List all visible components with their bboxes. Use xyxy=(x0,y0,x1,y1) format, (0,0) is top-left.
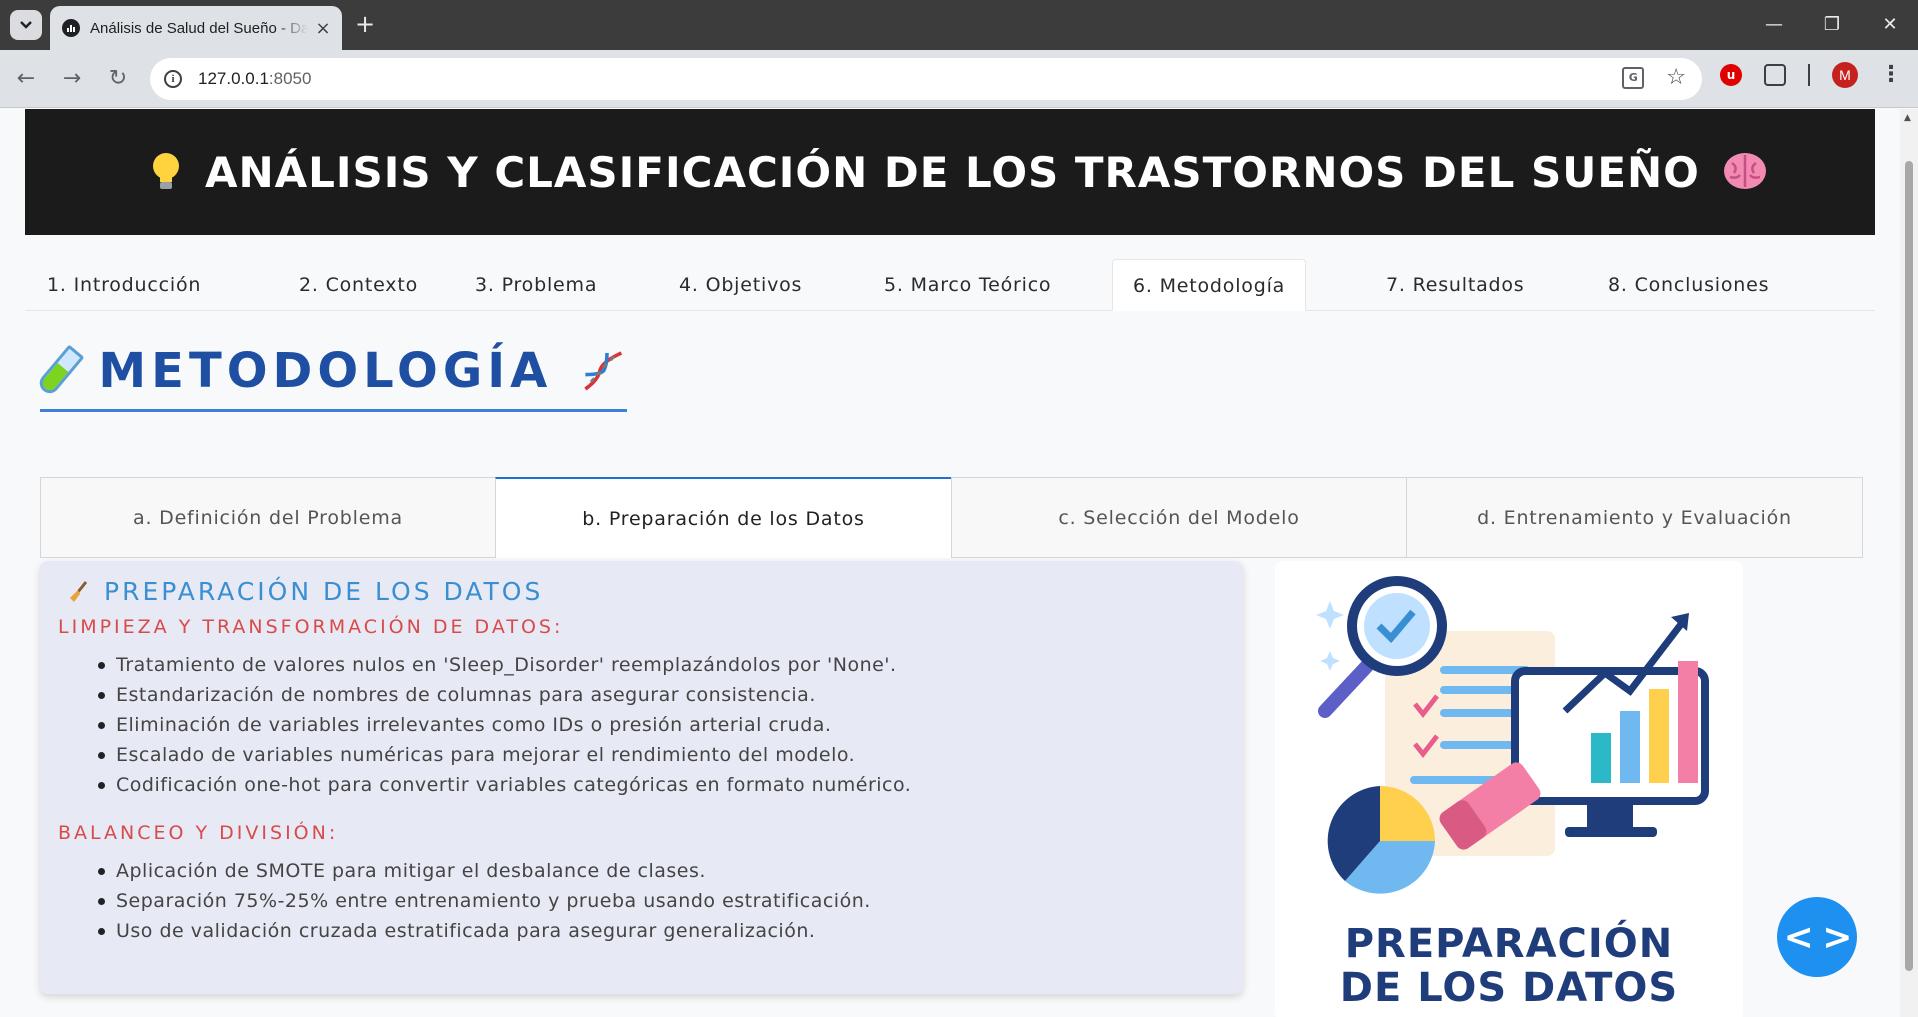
subtab-preparacion[interactable]: b. Preparación de los Datos xyxy=(495,477,952,558)
tab-close-icon[interactable]: × xyxy=(314,18,332,39)
chevron-down-icon xyxy=(20,21,32,29)
subtab-entrenamiento[interactable]: d. Entrenamiento y Evaluación xyxy=(1406,477,1863,558)
code-toggle-button[interactable]: < > xyxy=(1777,897,1857,977)
list-item: Uso de validación cruzada estratificada … xyxy=(98,916,1225,946)
sub-tab-bar: a. Definición del Problema b. Preparació… xyxy=(40,477,1863,558)
hero-banner: ANÁLISIS Y CLASIFICACIÓN DE LOS TRASTORN… xyxy=(25,109,1875,235)
list-item: Separación 75%-25% entre entrenamiento y… xyxy=(98,886,1225,916)
url-text: 127.0.0.1:8050 xyxy=(198,69,312,88)
lightbulb-icon xyxy=(153,152,179,189)
browser-menu-icon[interactable]: ⋮ xyxy=(1880,64,1902,86)
bookmark-star-icon[interactable]: ☆ xyxy=(1666,67,1686,89)
tab-introduccion[interactable]: 1. Introducción xyxy=(27,259,221,311)
section-title: METODOLOGÍA xyxy=(98,343,553,399)
data-prep-illustration: PREPARACIÓN DE LOS DATOS xyxy=(1275,561,1743,1017)
list-item: Escalado de variables numéricas para mej… xyxy=(98,740,1225,770)
tab-resultados[interactable]: 7. Resultados xyxy=(1366,259,1545,311)
list-item: Tratamiento de valores nulos en 'Sleep_D… xyxy=(98,650,1225,680)
hero-title: ANÁLISIS Y CLASIFICACIÓN DE LOS TRASTORN… xyxy=(205,147,1700,197)
tab-contexto[interactable]: 2. Contexto xyxy=(279,259,438,311)
translate-icon[interactable]: G xyxy=(1622,67,1645,89)
balance-list: Aplicación de SMOTE para mitigar el desb… xyxy=(98,856,1225,946)
address-bar[interactable]: i 127.0.0.1:8050 G ☆ xyxy=(150,58,1702,100)
hero-title-wrap: ANÁLISIS Y CLASIFICACIÓN DE LOS TRASTORN… xyxy=(149,148,1768,197)
window-close-icon[interactable]: ✕ xyxy=(1868,10,1912,40)
ublock-extension-icon[interactable]: u xyxy=(1720,64,1742,86)
balance-heading: BALANCEO Y DIVISIÓN: xyxy=(58,822,339,844)
back-arrow-icon[interactable]: ← xyxy=(12,65,40,93)
scroll-up-arrow-icon[interactable]: ▲ xyxy=(1904,113,1911,123)
dna-icon xyxy=(584,351,623,391)
browser-toolbar: ← → ↻ i 127.0.0.1:8050 G ☆ u M ⋮ xyxy=(0,50,1918,108)
site-info-icon[interactable]: i xyxy=(164,70,182,88)
broom-icon xyxy=(70,580,88,602)
scrollbar-thumb[interactable] xyxy=(1905,161,1913,971)
profile-avatar[interactable]: M xyxy=(1832,62,1858,88)
browser-tab[interactable]: Análisis de Salud del Sueño - Dash × xyxy=(50,6,342,50)
tab-objetivos[interactable]: 4. Objetivos xyxy=(659,259,822,311)
code-icon: < > xyxy=(1783,916,1853,958)
preparation-card: PREPARACIÓN DE LOS DATOS LIMPIEZA Y TRAN… xyxy=(40,561,1243,994)
minimize-icon[interactable]: — xyxy=(1752,10,1796,40)
tab-problema[interactable]: 3. Problema xyxy=(455,259,617,311)
tab-marco-teorico[interactable]: 5. Marco Teórico xyxy=(864,259,1071,311)
forward-arrow-icon[interactable]: → xyxy=(58,65,86,93)
clean-list: Tratamiento de valores nulos en 'Sleep_D… xyxy=(98,650,1225,800)
illustration-line1: PREPARACIÓN xyxy=(1344,921,1674,967)
subtab-definicion[interactable]: a. Definición del Problema xyxy=(40,477,496,558)
tab-title: Análisis de Salud del Sueño - Dash xyxy=(90,19,308,37)
list-item: Eliminación de variables irrelevantes co… xyxy=(98,710,1225,740)
dash-favicon-icon xyxy=(62,19,80,37)
list-item: Estandarización de nombres de columnas p… xyxy=(98,680,1225,710)
section-heading: METODOLOGÍA xyxy=(35,333,627,412)
test-tube-icon xyxy=(35,344,85,398)
main-tab-bar: 1. Introducción 2. Contexto 3. Problema … xyxy=(25,259,1875,311)
prep-title: PREPARACIÓN DE LOS DATOS xyxy=(104,577,544,606)
clean-heading: LIMPIEZA Y TRANSFORMACIÓN DE DATOS: xyxy=(58,616,564,638)
tab-search-button[interactable] xyxy=(10,10,42,40)
illustration-line2: DE LOS DATOS xyxy=(1339,965,1679,1011)
page-viewport: ANÁLISIS Y CLASIFICACIÓN DE LOS TRASTORN… xyxy=(0,109,1900,1017)
extensions-puzzle-icon[interactable] xyxy=(1764,64,1786,86)
reload-icon[interactable]: ↻ xyxy=(104,65,132,93)
new-tab-button[interactable]: + xyxy=(352,12,378,38)
tab-metodologia[interactable]: 6. Metodología xyxy=(1112,259,1307,311)
list-item: Codificación one-hot para convertir vari… xyxy=(98,770,1225,800)
page-scrollbar[interactable]: ▲ xyxy=(1900,109,1918,1017)
tab-conclusiones[interactable]: 8. Conclusiones xyxy=(1588,259,1789,311)
browser-tabstrip: Análisis de Salud del Sueño - Dash × + —… xyxy=(0,0,1918,50)
toolbar-divider xyxy=(1808,64,1810,86)
prep-title-row: PREPARACIÓN DE LOS DATOS xyxy=(66,577,1225,606)
brain-icon xyxy=(1723,152,1766,189)
restore-icon[interactable]: ❐ xyxy=(1810,10,1854,40)
data-prep-graphic xyxy=(1316,576,1709,894)
list-item: Aplicación de SMOTE para mitigar el desb… xyxy=(98,856,1225,886)
subtab-seleccion[interactable]: c. Selección del Modelo xyxy=(951,477,1407,558)
